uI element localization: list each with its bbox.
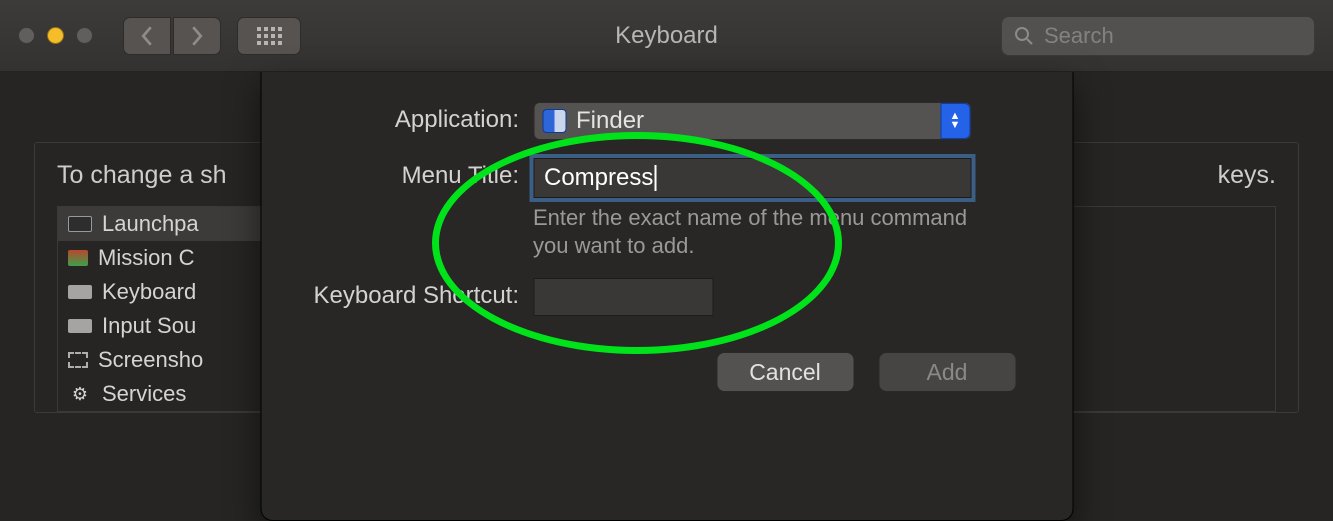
gear-icon: ⚙︎ xyxy=(68,385,92,403)
shortcut-row: Keyboard Shortcut: xyxy=(261,278,1072,316)
back-button[interactable] xyxy=(123,17,171,55)
window-controls xyxy=(18,27,93,44)
menu-title-field[interactable]: Compress xyxy=(533,158,971,198)
keyboard-icon xyxy=(68,285,92,299)
cancel-button[interactable]: Cancel xyxy=(716,352,854,392)
list-item-label: Services xyxy=(102,381,186,407)
cancel-button-label: Cancel xyxy=(749,359,821,386)
show-all-prefs-button[interactable] xyxy=(237,17,301,55)
forward-button[interactable] xyxy=(173,17,221,55)
add-button-label: Add xyxy=(927,359,968,386)
list-item-label: Mission C xyxy=(98,245,195,271)
grid-icon xyxy=(257,27,282,45)
list-item-label: Input Sou xyxy=(102,313,196,339)
menu-title-label: Menu Title: xyxy=(261,158,533,190)
chevron-right-icon xyxy=(190,26,204,46)
add-shortcut-sheet: Application: Finder ▲▼ Menu Title: Compr… xyxy=(260,72,1073,521)
menu-title-row: Menu Title: Compress Enter the exact nam… xyxy=(261,158,1072,260)
shortcut-label: Keyboard Shortcut: xyxy=(261,278,533,310)
search-placeholder: Search xyxy=(1044,23,1114,49)
list-item-label: Launchpa xyxy=(102,211,199,237)
instruction-text-right: keys. xyxy=(1218,161,1276,190)
search-field[interactable]: Search xyxy=(1001,16,1315,56)
screenshot-icon xyxy=(68,352,88,368)
keyboard-icon xyxy=(68,319,92,333)
text-caret xyxy=(654,165,656,191)
instruction-text-left: To change a sh xyxy=(57,161,227,190)
application-row: Application: Finder ▲▼ xyxy=(261,102,1072,140)
close-window-button[interactable] xyxy=(18,27,35,44)
application-popup[interactable]: Finder ▲▼ xyxy=(533,102,971,140)
updown-arrows-icon: ▲▼ xyxy=(940,103,970,139)
mission-control-icon xyxy=(68,250,88,266)
shortcut-field[interactable] xyxy=(533,278,713,316)
search-icon xyxy=(1014,26,1034,46)
launchpad-icon xyxy=(68,216,92,232)
finder-icon xyxy=(542,109,566,133)
application-label: Application: xyxy=(261,102,533,134)
sheet-buttons: Cancel Add xyxy=(261,352,1072,392)
window-title: Keyboard xyxy=(615,22,718,50)
list-item-label: Screensho xyxy=(98,347,203,373)
list-item-label: Keyboard xyxy=(102,279,196,305)
titlebar: Keyboard Search xyxy=(0,0,1333,72)
window-body: To change a sh keys. Launchpa Mission C … xyxy=(0,72,1333,521)
chevron-left-icon xyxy=(140,26,154,46)
menu-title-hint: Enter the exact name of the menu command… xyxy=(533,204,971,260)
nav-buttons xyxy=(123,17,221,55)
menu-title-value: Compress xyxy=(544,164,653,192)
add-button[interactable]: Add xyxy=(878,352,1016,392)
minimize-window-button[interactable] xyxy=(47,27,64,44)
zoom-window-button[interactable] xyxy=(76,27,93,44)
application-value: Finder xyxy=(576,107,644,135)
